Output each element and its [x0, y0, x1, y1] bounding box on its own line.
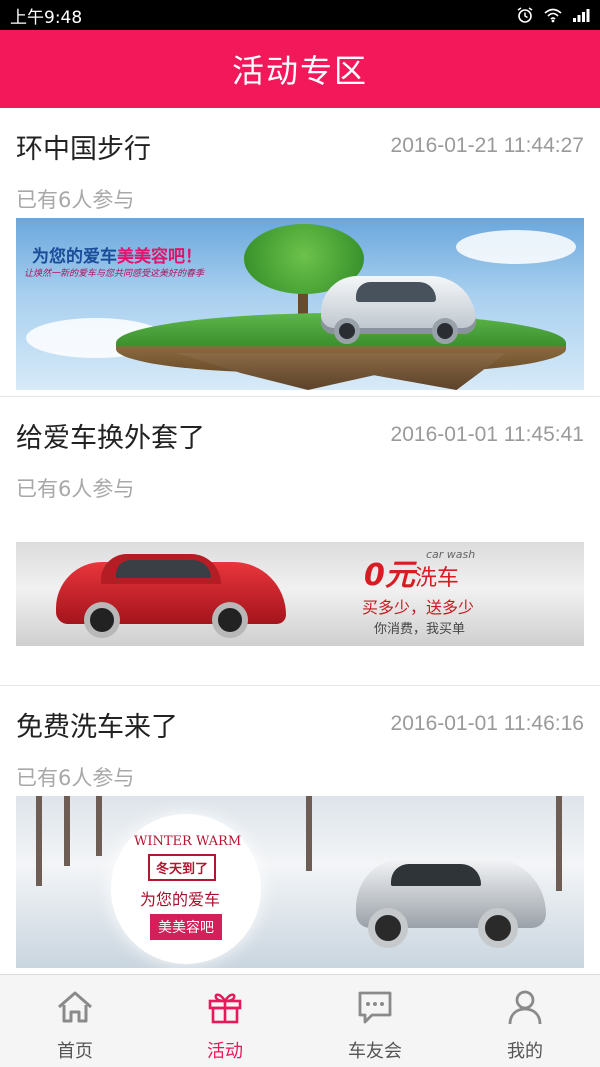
- tab-activity-label: 活动: [207, 1041, 243, 1062]
- banner-line1: 为您的爱车: [140, 890, 221, 909]
- bottom-tab-bar: 首页 活动 车友会 我的: [0, 974, 600, 1067]
- tab-club[interactable]: 车友会: [300, 975, 450, 1067]
- banner-tag: 冬天到了: [148, 854, 217, 881]
- activity-banner-image[interactable]: 为您的爱车美美容吧！ 让焕然一新的爱车与您共同感受这美好的春季: [16, 218, 584, 390]
- activity-time: 2016-01-21 11:44:27: [390, 134, 584, 157]
- activity-title: 给爱车换外套了: [16, 422, 205, 454]
- alarm-icon: [517, 7, 533, 23]
- tab-home-label: 首页: [57, 1041, 93, 1062]
- activity-card[interactable]: 环中国步行 2016-01-21 11:44:27 已有6人参与 为您的爱车美美…: [0, 108, 600, 397]
- activity-banner-image[interactable]: WINTER WARM 冬天到了 为您的爱车 美美容吧: [16, 796, 584, 968]
- activity-list[interactable]: 环中国步行 2016-01-21 11:44:27 已有6人参与 为您的爱车美美…: [0, 108, 600, 974]
- status-bar: 上午9:48: [0, 0, 600, 30]
- activity-title: 免费洗车来了: [16, 711, 178, 743]
- activity-time: 2016-01-01 11:45:41: [390, 423, 584, 446]
- tab-activity[interactable]: 活动: [150, 975, 300, 1067]
- activity-title-row: 给爱车换外套了 2016-01-01 11:45:41: [16, 415, 584, 455]
- activity-card[interactable]: 免费洗车来了 2016-01-01 11:46:16 已有6人参与 WINTER…: [0, 686, 600, 974]
- tab-mine-label: 我的: [507, 1041, 543, 1062]
- app-header: 活动专区: [0, 30, 600, 108]
- gift-icon: [208, 993, 242, 1024]
- activity-title-row: 免费洗车来了 2016-01-01 11:46:16: [16, 704, 584, 744]
- page-title: 活动专区: [231, 52, 368, 90]
- activity-title-row: 环中国步行 2016-01-21 11:44:27: [16, 126, 584, 166]
- activity-card[interactable]: 给爱车换外套了 2016-01-01 11:45:41 已有6人参与 car w…: [0, 397, 600, 686]
- banner-subtext: 让焕然一新的爱车与您共同感受这美好的春季: [24, 269, 205, 279]
- tab-club-label: 车友会: [348, 1041, 402, 1062]
- banner-headline: 为您的爱车美美容吧！: [32, 247, 202, 267]
- signal-icon: [573, 9, 590, 22]
- home-icon: [58, 991, 92, 1023]
- banner-winter-text: WINTER WARM: [134, 834, 242, 849]
- activity-banner-image[interactable]: car wash 0元洗车 买多少，送多少 你消费，我买单: [16, 542, 584, 646]
- banner-line2: 你消费，我买单: [374, 622, 466, 637]
- activity-participants: 已有6人参与: [16, 766, 135, 790]
- chat-icon: [358, 991, 392, 1024]
- activity-time: 2016-01-01 11:46:16: [390, 712, 584, 735]
- activity-participants: 已有6人参与: [16, 477, 135, 501]
- banner-line2: 美美容吧: [150, 914, 222, 940]
- status-icons: [516, 7, 590, 23]
- banner-promo: 0元洗车: [364, 558, 459, 593]
- wifi-icon: [544, 8, 562, 23]
- activity-title: 环中国步行: [16, 133, 151, 165]
- banner-line1: 买多少，送多少: [362, 598, 475, 617]
- activity-participants: 已有6人参与: [16, 188, 135, 212]
- status-time: 上午9:48: [10, 7, 83, 28]
- user-icon: [508, 990, 542, 1025]
- tab-mine[interactable]: 我的: [450, 975, 600, 1067]
- tab-home[interactable]: 首页: [0, 975, 150, 1067]
